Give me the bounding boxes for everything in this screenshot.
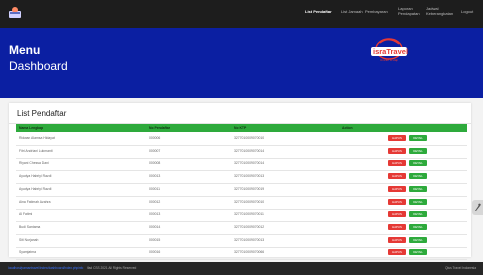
- page-title: Menu: [9, 43, 41, 57]
- th-no-ktp: No KTP: [234, 126, 247, 130]
- cell-no-ktp: 3277010009070014: [234, 148, 265, 153]
- cell-nama: Aina Fatimah Azahra: [19, 199, 51, 204]
- hapus-button[interactable]: HAPUS: [388, 147, 406, 154]
- cell-no-pendaftar: 000013: [149, 212, 161, 217]
- cell-no-ktp: 3277010009070010: [234, 199, 265, 204]
- detail-button[interactable]: DETAIL: [409, 147, 427, 154]
- cell-no-ktp: 3277010009070014: [234, 161, 265, 166]
- hapus-button[interactable]: HAPUS: [388, 185, 406, 192]
- hapus-button[interactable]: HAPUS: [388, 173, 406, 180]
- nav-jadwal-keberangkatan[interactable]: Jadwal Keberangkatan: [426, 6, 454, 16]
- hapus-button[interactable]: HAPUS: [388, 236, 406, 243]
- th-nama: Nama Lengkap: [19, 126, 44, 130]
- hapus-button[interactable]: HAPUS: [388, 211, 406, 218]
- panel-title: List Pendaftar: [17, 109, 67, 118]
- nav-laporan-pendapatan[interactable]: Laporan Pendapatan: [398, 6, 424, 16]
- pendaftar-table: Nama Lengkap No Pendaftar No KTP Action …: [16, 124, 467, 261]
- cell-no-pendaftar: 000015: [149, 237, 161, 242]
- detail-button[interactable]: DETAIL: [409, 249, 427, 256]
- hapus-button[interactable]: HAPUS: [388, 198, 406, 205]
- cell-nama: Siti Nurjanah: [19, 237, 39, 242]
- paint-brush-icon: [475, 203, 481, 211]
- table-row: Syamjatma 000016 3277010009070066 HAPUS DETA…: [16, 246, 467, 261]
- cell-no-pendaftar: 000007: [149, 148, 161, 153]
- side-toggle-button[interactable]: [472, 200, 483, 215]
- hapus-button[interactable]: HAPUS: [388, 249, 406, 256]
- detail-button[interactable]: DETAIL: [409, 211, 427, 218]
- cell-no-ktp: 3277010009070011: [234, 212, 264, 217]
- cell-no-pendaftar: 000014: [149, 224, 161, 229]
- cell-no-pendaftar: 000008: [149, 161, 161, 166]
- top-navbar: List Pendaftar List Jamaah Pembayaran La…: [0, 0, 483, 28]
- hapus-button[interactable]: HAPUS: [388, 223, 406, 230]
- cell-nama: Riyani Chessa Dani: [19, 161, 49, 166]
- brand-tagline: Umrah & Haji: [380, 58, 398, 62]
- cell-no-pendaftar: 000013: [149, 174, 161, 179]
- detail-button[interactable]: DETAIL: [409, 236, 427, 243]
- brand-name: israTravel: [373, 47, 408, 56]
- detail-button[interactable]: DETAIL: [409, 185, 427, 192]
- cell-no-ktp: 3277010009070010: [234, 136, 265, 140]
- cell-no-ktp: 3277010009070019: [234, 186, 265, 191]
- nav-list-jamaah[interactable]: List Jamaah: [341, 9, 363, 15]
- hapus-button[interactable]: HAPUS: [388, 135, 406, 141]
- cell-nama: Budi Santama: [19, 224, 41, 229]
- nav-pembayaran[interactable]: Pembayaran: [365, 9, 388, 15]
- cell-no-pendaftar: 000006: [149, 136, 161, 140]
- th-no-pendaftar: No Pendaftar: [149, 126, 171, 130]
- detail-button[interactable]: DETAIL: [409, 198, 427, 205]
- nav-logout[interactable]: Logout: [461, 9, 473, 15]
- cell-no-pendaftar: 000016: [149, 250, 161, 255]
- brand-logo: israTravel Umrah & Haji: [371, 38, 408, 62]
- footer-right-text: Qius Travel Indonesia: [445, 266, 476, 270]
- cell-nama: Syamjatma: [19, 250, 36, 255]
- detail-button[interactable]: DETAIL: [409, 160, 427, 167]
- cell-no-ktp: 3277010009070013: [234, 237, 265, 242]
- page-subtitle: Dashboard: [9, 59, 68, 73]
- status-url[interactable]: localhost/pamantravel/index/dashboard/in…: [8, 266, 83, 270]
- cell-no-ktp: 3277010009070013: [234, 174, 265, 179]
- footer-left: localhost/pamantravel/index/dashboard/in…: [8, 266, 136, 270]
- cell-no-ktp: 3277010009070066: [234, 250, 265, 255]
- detail-button[interactable]: DETAIL: [409, 223, 427, 230]
- app-logo-icon[interactable]: [8, 6, 22, 20]
- cell-nama: Ridwan Alamsa Hidayat: [19, 136, 55, 140]
- detail-button[interactable]: DETAIL: [409, 173, 427, 180]
- cell-no-pendaftar: 000011: [149, 186, 161, 191]
- th-action: Action: [342, 126, 353, 130]
- nav-list-pendaftar[interactable]: List Pendaftar: [305, 9, 332, 15]
- hapus-button[interactable]: HAPUS: [388, 160, 406, 167]
- copyright-text: Ifad CSS 2021 All Rights Reserved: [86, 266, 137, 270]
- cell-nama: Ayudya Habriyi Razdi: [19, 174, 52, 179]
- cell-nama: Al Fatimi: [19, 212, 33, 217]
- cell-nama: Ayudya Habriyi Razdi: [19, 186, 52, 191]
- cell-nama: Fitri Andriani Lukmanti: [19, 148, 53, 153]
- cell-no-pendaftar: 000012: [149, 199, 161, 204]
- cell-no-ktp: 3277010009070012: [234, 224, 265, 229]
- table-header: Nama Lengkap No Pendaftar No KTP Action: [16, 124, 467, 132]
- detail-button[interactable]: DETAIL: [409, 135, 427, 141]
- dashboard-hero: Menu Dashboard israTravel Umrah & Haji: [0, 28, 483, 98]
- footer: localhost/pamantravel/index/dashboard/in…: [0, 262, 483, 275]
